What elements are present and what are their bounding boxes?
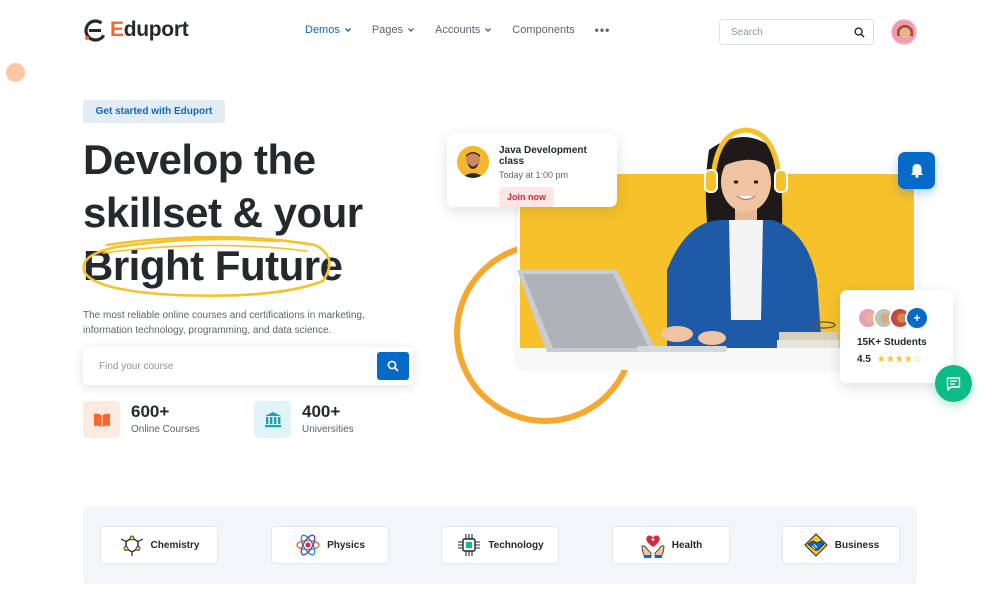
course-search-button[interactable] <box>377 352 409 380</box>
nav-accounts-label: Accounts <box>435 24 481 36</box>
user-avatar[interactable] <box>891 19 917 45</box>
decorative-dot <box>6 63 25 82</box>
search-icon <box>387 360 399 372</box>
stat-value: 600+ <box>131 402 170 421</box>
physics-atom-icon <box>296 534 320 556</box>
technology-chip-icon <box>458 534 481 556</box>
bell-icon <box>910 164 923 178</box>
nav-components[interactable]: Components <box>512 24 574 36</box>
logo-text: Eduport <box>110 18 189 42</box>
category-label: Physics <box>327 539 365 551</box>
class-title: Java Development class <box>499 145 587 167</box>
business-handshake-icon <box>804 533 828 557</box>
main-nav: Demos Pages Accounts Components ••• <box>305 24 610 36</box>
stat-label: Universities <box>302 424 354 435</box>
nav-demos-label: Demos <box>305 24 340 36</box>
nav-components-label: Components <box>512 24 575 36</box>
rating-value: 4.5 <box>857 354 871 365</box>
notification-button[interactable] <box>898 152 935 189</box>
chat-button[interactable] <box>935 365 972 402</box>
university-icon <box>254 401 291 438</box>
star-rating-icons: ★★★★☆ <box>876 354 922 365</box>
nav-pages-label: Pages <box>371 24 404 36</box>
students-card: + 15K+ Students 4.5 ★★★★☆ <box>840 290 953 383</box>
more-dots-icon: ••• <box>594 23 611 37</box>
nav-accounts[interactable]: Accounts <box>435 24 492 36</box>
logo-mark-icon <box>84 19 107 42</box>
category-business[interactable]: Business <box>782 526 900 564</box>
health-heart-hands-icon <box>641 535 665 558</box>
stat-online-courses: 600+ Online Courses <box>83 401 200 438</box>
category-physics[interactable]: Physics <box>271 526 389 564</box>
student-avatars: + <box>857 306 953 330</box>
logo-rest: duport <box>123 18 189 41</box>
chat-message-icon <box>946 376 961 391</box>
category-health[interactable]: Health <box>612 526 730 564</box>
stat-label: Online Courses <box>131 424 200 435</box>
category-label: Technology <box>488 539 544 551</box>
user-avatar-image <box>892 20 916 44</box>
chevron-down-icon <box>344 28 351 32</box>
rating-row: 4.5 ★★★★☆ <box>857 354 953 365</box>
category-label: Business <box>834 539 880 551</box>
chevron-down-icon <box>485 28 492 32</box>
nav-demos[interactable]: Demos <box>305 24 352 36</box>
book-icon <box>83 401 120 438</box>
nav-more[interactable]: ••• <box>595 24 611 36</box>
category-chemistry[interactable]: Chemistry <box>100 526 218 564</box>
header-search-input[interactable] <box>731 26 854 38</box>
course-search-input[interactable] <box>99 360 377 372</box>
live-class-card: Java Development class Today at 1:00 pm … <box>447 134 617 207</box>
students-count: 15K+ Students <box>857 337 927 348</box>
stat-value: 400+ <box>302 402 341 421</box>
stat-universities: 400+ Universities <box>254 401 354 438</box>
hero-description: The most reliable online courses and cer… <box>83 310 365 336</box>
join-now-button[interactable]: Join now <box>499 187 554 207</box>
header-search <box>719 19 874 45</box>
hero-title-line-1: Develop the <box>83 136 316 183</box>
search-icon[interactable] <box>854 26 865 38</box>
logo-first-letter: E <box>110 18 124 41</box>
instructor-avatar <box>457 146 489 178</box>
class-time: Today at 1:00 pm <box>499 170 569 180</box>
get-started-badge[interactable]: Get started with Eduport <box>83 100 225 123</box>
category-technology[interactable]: Technology <box>441 526 559 564</box>
instructor-photo <box>457 146 489 178</box>
site-header: Eduport Demos Pages Accounts Components … <box>0 0 1000 62</box>
more-students-button[interactable]: + <box>905 306 929 330</box>
course-search-bar <box>83 347 413 385</box>
chevron-down-icon <box>408 28 415 32</box>
nav-pages[interactable]: Pages <box>372 24 415 36</box>
hero-title-line-2: skillset & your <box>83 189 363 236</box>
chemistry-molecule-icon <box>120 535 143 556</box>
category-label: Chemistry <box>150 539 200 551</box>
highlight-scribble <box>82 235 331 298</box>
category-label: Health <box>671 539 703 551</box>
eduport-logo[interactable]: Eduport <box>83 18 189 42</box>
